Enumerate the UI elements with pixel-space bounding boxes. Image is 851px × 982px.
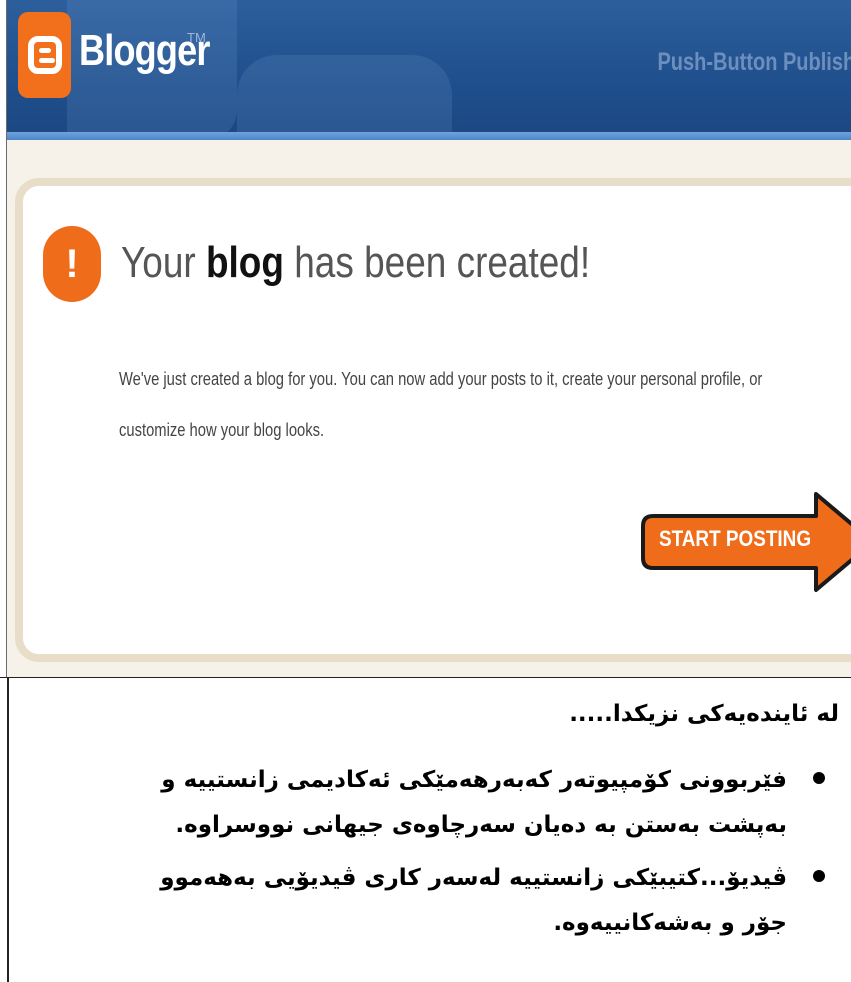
list-item-line: فێربوونی کۆمپیوتەر کەبەرهەمێکی ئەکادیمی … (161, 767, 787, 793)
confirmation-line: We've just created a blog for you. You c… (119, 369, 763, 389)
alert-icon: ! (43, 226, 101, 302)
list-item: فێربوونی کۆمپیوتەر کەبەرهەمێکی ئەکادیمی … (18, 758, 839, 848)
page-margin-line (7, 678, 9, 982)
list-item-line: بەپشت بەستن بە دەیان سەرچاوەی جیهانی نوو… (175, 812, 787, 838)
document-intro: له ئاینده‌یه‌کی نزیکدا..... (569, 701, 839, 727)
tagline: Push-Button Publish (657, 48, 851, 76)
blogger-screenshot: Blogger TM Push-Button Publish ! Your bl… (6, 0, 851, 677)
blogger-logo-icon[interactable] (18, 12, 71, 98)
start-posting-label: START POSTING (659, 526, 812, 551)
confirmation-card: ! Your blog has been created! We've just… (15, 178, 851, 662)
headline-pre: Your (121, 238, 196, 287)
list-item: ڤیدیۆ...کتیبێکی زانستییە لەسەر کاری ڤیدی… (18, 856, 839, 946)
document-bullet-list: فێربوونی کۆمپیوتەر کەبەرهەمێکی ئەکادیمی … (18, 758, 839, 954)
bullet-icon (813, 772, 825, 784)
blogger-header: Blogger TM Push-Button Publish (7, 0, 851, 140)
header-strip (7, 132, 851, 140)
header-decoration (237, 55, 452, 140)
trademark: TM (187, 30, 206, 45)
bullet-icon (813, 870, 825, 882)
page-title: Your blog has been created! (121, 238, 590, 288)
headline-bold: blog (205, 238, 284, 287)
confirmation-text: We've just created a blog for you. You c… (119, 354, 808, 456)
confirmation-line: customize how your blog looks. (119, 420, 325, 440)
start-posting-button[interactable]: START POSTING (641, 492, 851, 592)
list-item-line: جۆر و بەشەکانییەوە. (553, 910, 787, 936)
b-glyph-icon (27, 36, 62, 74)
list-item-line: ڤیدیۆ...کتیبێکی زانستییە لەسەر کاری ڤیدی… (160, 865, 787, 891)
headline-post: has been created! (294, 238, 591, 287)
